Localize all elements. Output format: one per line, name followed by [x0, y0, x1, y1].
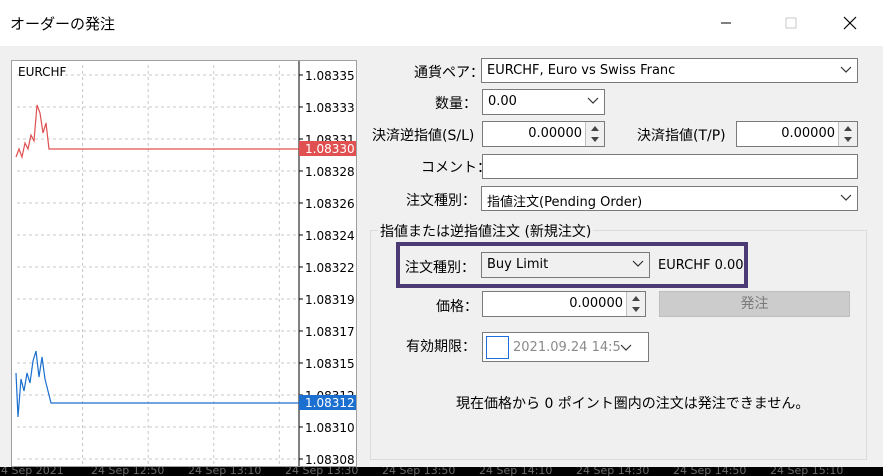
spin-down-icon [591, 137, 599, 142]
symbol-select[interactable]: EURCHF, Euro vs Swiss Franc [481, 58, 858, 83]
tp-input[interactable]: 0.00000 [736, 121, 858, 147]
volume-select[interactable]: 0.00 [482, 89, 605, 115]
maximize-button [769, 8, 813, 38]
tp-value: 0.00000 [781, 126, 835, 141]
comment-label: コメント： [421, 160, 491, 176]
warning-message: 現在価格から 0 ポイント圏内の注文は発注できません。 [456, 396, 810, 412]
price-tick-label: 1.08317 [305, 325, 355, 339]
chevron-down-icon [587, 97, 599, 104]
price-tick-label: 1.08335 [305, 69, 355, 83]
volume-value: 0.00 [488, 94, 517, 109]
tp-label: 決済指値(T/P) [637, 128, 726, 144]
chevron-down-icon [620, 344, 632, 351]
expiry-datetime-picker[interactable]: 2021.09.24 14:5 [482, 332, 649, 362]
send-order-button[interactable]: 発注 [659, 291, 850, 317]
chart-symbol: EURCHF [18, 65, 67, 79]
background-time-axis: 24 Sep 2021 24 Sep 12:50 24 Sep 13:10 24 Se… [0, 467, 883, 476]
sl-input[interactable]: 0.00000 [482, 121, 605, 147]
close-button[interactable] [828, 8, 872, 38]
background-time-label: 24 Sep 13:50 [382, 467, 456, 476]
minimize-icon [721, 22, 731, 24]
background-time-label: 24 Sep 14:50 [673, 467, 747, 476]
sl-label: 決済逆指値(S/L) [372, 128, 475, 144]
symbol-select-value: EURCHF, Euro vs Swiss Franc [487, 63, 676, 78]
order-dialog: オーダーの発注 1.08335 1.08333 1.08331 1.08328 1.08… [0, 0, 883, 467]
title-bar: オーダーの発注 [0, 0, 883, 46]
sl-spinner[interactable] [585, 122, 604, 146]
pending-order-group-title: 指値または逆指値注文 (新規注文) [378, 221, 594, 241]
symbol-label: 通貨ペア： [414, 65, 484, 81]
order-type-label: 注文種別： [406, 193, 476, 209]
pending-type-select[interactable]: Buy Limit [481, 252, 650, 278]
price-tick-label: 1.08328 [305, 165, 355, 179]
order-type-value: 指値注文(Pending Order) [487, 195, 643, 210]
background-time-label: 24 Sep 14:30 [576, 467, 650, 476]
window-title: オーダーの発注 [10, 15, 116, 33]
background-time-label: 24 Sep 13:10 [188, 467, 262, 476]
tick-chart: 1.08335 1.08333 1.08331 1.08328 1.08326 1.083… [11, 60, 357, 467]
ask-price-line [15, 104, 322, 160]
pending-type-label: 注文種別： [405, 260, 475, 276]
symbol-info: EURCHF 0.00 [658, 258, 744, 273]
price-tick-label: 1.08315 [305, 357, 355, 371]
price-tick-label: 1.08310 [305, 421, 355, 435]
price-tick-label: 1.08322 [305, 261, 355, 275]
price-value: 0.00000 [569, 296, 623, 311]
pending-type-value: Buy Limit [487, 257, 549, 272]
spin-up-icon [632, 296, 640, 301]
price-tick-label: 1.08326 [305, 197, 355, 211]
chevron-down-icon [632, 260, 644, 267]
background-time-label: 24 Sep 2021 [0, 467, 64, 476]
sl-value: 0.00000 [528, 126, 582, 141]
expiry-value: 2021.09.24 14:5 [513, 340, 621, 355]
tick-chart-canvas: 1.083351.083331.083311.083281.083261.083… [15, 61, 356, 467]
price-tick-label: 1.08324 [305, 229, 355, 243]
ask-price-tag-label: 1.08330 [305, 142, 355, 156]
minimize-button[interactable] [704, 8, 748, 38]
spin-up-icon [591, 126, 599, 131]
chevron-down-icon [840, 194, 852, 201]
bid-price-tag-label: 1.08312 [305, 396, 355, 410]
chevron-down-icon [840, 66, 852, 73]
price-tick-label: 1.08308 [305, 453, 355, 467]
spin-down-icon [632, 307, 640, 312]
background-time-label: 24 Sep 12:50 [91, 467, 165, 476]
price-input[interactable]: 0.00000 [482, 291, 646, 317]
background-time-label: 24 Sep 14:10 [479, 467, 553, 476]
price-tick-label: 1.08333 [305, 101, 355, 115]
spin-up-icon [844, 126, 852, 131]
close-icon [843, 16, 857, 30]
maximize-icon [785, 17, 797, 29]
expiry-label: 有効期限： [406, 339, 476, 355]
price-label: 価格： [436, 299, 478, 315]
background-time-label: 24 Sep 15:10 [770, 467, 844, 476]
bid-price-line [15, 350, 322, 418]
comment-input[interactable] [482, 154, 858, 179]
expiry-checkbox[interactable] [486, 336, 509, 359]
price-spinner[interactable] [626, 292, 645, 316]
background-time-label: 24 Sep 13:30 [285, 467, 359, 476]
tp-spinner[interactable] [838, 122, 857, 146]
price-tick-label: 1.08319 [305, 293, 355, 307]
volume-label: 数量： [435, 96, 477, 112]
order-type-select[interactable]: 指値注文(Pending Order) [481, 186, 858, 211]
spin-down-icon [844, 137, 852, 142]
